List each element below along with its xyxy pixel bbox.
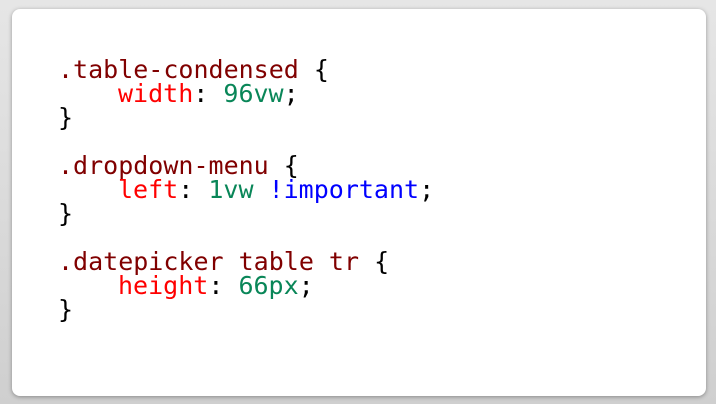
rule-3-semicolon: ;	[298, 271, 314, 300]
rule-3-close-brace: }	[58, 295, 74, 324]
rule-2-declaration-line: left: 1vw !important;	[58, 175, 435, 204]
rule-2-important: !important	[268, 175, 420, 204]
rule-1-property: width	[118, 79, 194, 108]
rule-3-property: height	[118, 271, 209, 300]
rule-3-declaration-line: height: 66px;	[58, 271, 434, 300]
rule-2-value: 1vw	[208, 175, 254, 204]
rule-1-close-line: }	[58, 103, 434, 132]
rule-1-value: 96vw	[223, 79, 284, 108]
rule-1-colon: :	[193, 79, 209, 108]
rule-2-colon: :	[178, 175, 194, 204]
css-code-block: .table-condensed {width: 96vw;} .dropdown…	[58, 55, 435, 324]
code-card: .table-condensed {width: 96vw;} .dropdown…	[12, 9, 706, 396]
rule-3-colon: :	[208, 271, 224, 300]
rule-3-value: 66px	[238, 271, 299, 300]
rule-3-close-line: }	[58, 295, 434, 324]
rule-1-close-brace: }	[58, 103, 74, 132]
rule-1-semicolon: ;	[283, 79, 299, 108]
rule-2-property: left	[118, 175, 179, 204]
rule-2-close-line: }	[58, 199, 434, 228]
rule-2-semicolon: ;	[419, 175, 435, 204]
rule-1-open-brace: {	[313, 55, 329, 84]
rule-3-open-brace: {	[374, 247, 390, 276]
rule-2-close-brace: }	[58, 199, 74, 228]
rule-1-declaration-line: width: 96vw;	[58, 79, 434, 108]
